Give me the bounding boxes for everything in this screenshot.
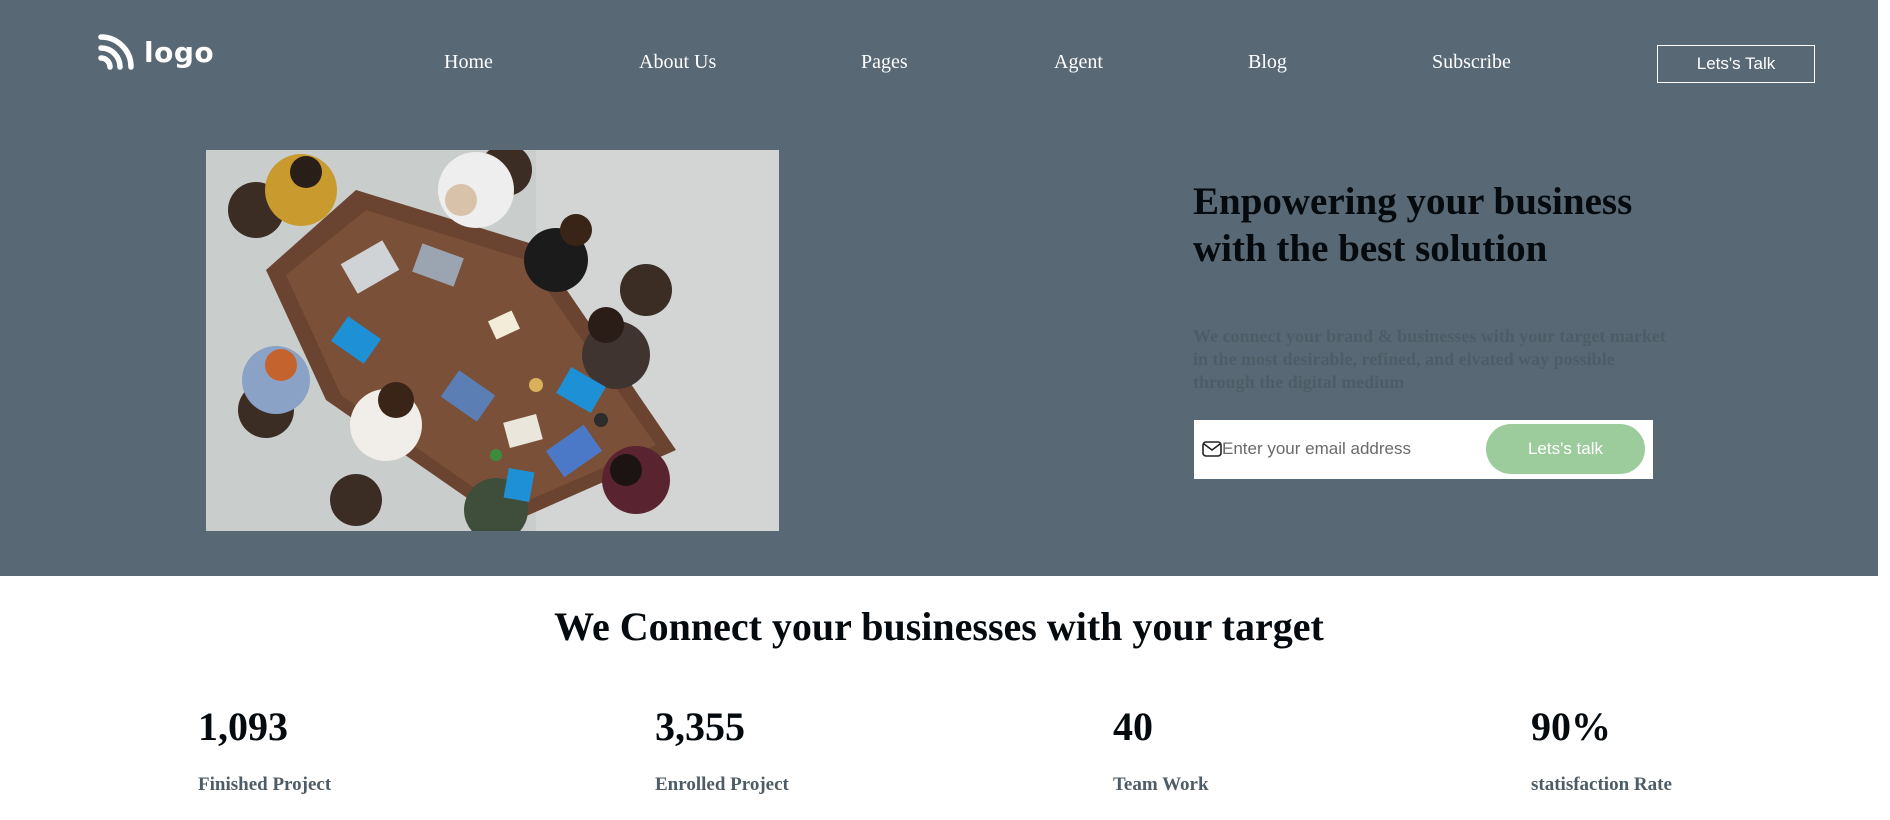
stat-finished-project: 1,093 Finished Project <box>198 702 331 796</box>
stat-value: 90% <box>1531 704 1611 749</box>
nav-item-agent[interactable]: Agent <box>1054 51 1103 74</box>
nav-item-about-us[interactable]: About Us <box>639 51 716 74</box>
nav-item-home[interactable]: Home <box>444 51 493 74</box>
page-right-edge <box>1878 0 1890 820</box>
stat-satisfaction-rate: 90% statisfaction Rate <box>1531 702 1672 796</box>
nav-item-blog[interactable]: Blog <box>1248 51 1287 74</box>
email-input[interactable] <box>1222 434 1472 464</box>
team-meeting-photo <box>206 150 779 531</box>
email-signup-form: Lets's talk <box>1194 420 1653 479</box>
lets-talk-header-button[interactable]: Lets's Talk <box>1657 45 1815 83</box>
rss-feed-icon <box>98 34 134 70</box>
stat-enrolled-project: 3,355 Enrolled Project <box>655 702 789 796</box>
hero-subtext: We connect your brand & businesses with … <box>1193 326 1666 392</box>
landing-page: logo Home About Us Pages Agent Blog Subs… <box>0 0 1890 820</box>
stat-team-work: 40 Team Work <box>1113 702 1209 796</box>
nav-item-pages[interactable]: Pages <box>861 51 908 74</box>
nav-item-subscribe[interactable]: Subscribe <box>1432 51 1511 74</box>
stat-label: Enrolled Project <box>655 774 789 795</box>
lets-talk-submit-button[interactable]: Lets's talk <box>1486 424 1645 474</box>
stat-value: 1,093 <box>198 704 288 749</box>
mail-icon <box>1202 441 1222 457</box>
team-meeting-illustration <box>206 150 779 531</box>
stat-value: 40 <box>1113 704 1153 749</box>
stats-section-title: We Connect your businesses with your tar… <box>554 604 1324 649</box>
stat-value: 3,355 <box>655 704 745 749</box>
hero-section: logo Home About Us Pages Agent Blog Subs… <box>0 0 1878 576</box>
hero-headline: Enpowering your business with the best s… <box>1193 180 1633 270</box>
stat-label: Team Work <box>1113 774 1209 795</box>
site-logo[interactable]: logo <box>98 34 214 70</box>
stat-label: Finished Project <box>198 774 332 795</box>
stat-label: statisfaction Rate <box>1531 774 1672 795</box>
logo-text: logo <box>144 35 215 69</box>
